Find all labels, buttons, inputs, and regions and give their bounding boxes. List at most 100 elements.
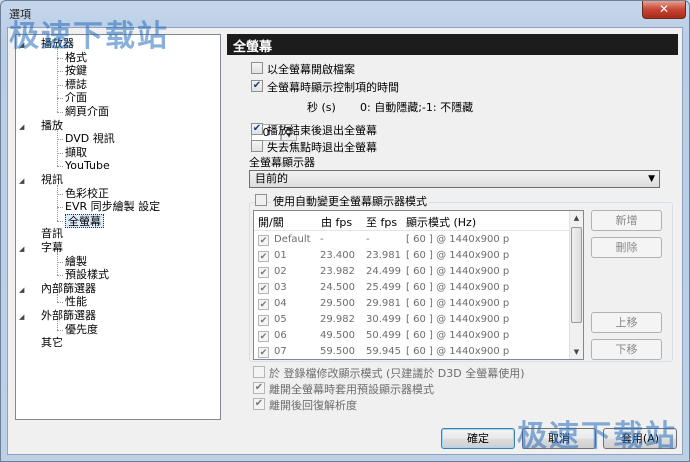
row-name: Default [274,234,311,245]
show-controls-time-checkbox[interactable]: ✔ [251,80,263,92]
col-from-fps[interactable]: 由 fps [321,214,352,230]
close-button[interactable]: ✕ [642,1,686,19]
monitor-select-value: 目前的 [255,172,288,185]
time-unit-label: 秒 (s) [307,101,336,114]
row-enable-checkbox[interactable]: ✔ [258,267,269,278]
tree-item[interactable]: 性能 [65,295,87,309]
move-down-button[interactable]: 下移 [591,339,662,360]
tree-expand-icon[interactable]: ◢ [19,313,24,321]
list-row[interactable]: ✔ 01 23.400 23.981 [ 60 ] @ 1440x900 p [254,249,571,265]
row-enable-checkbox[interactable]: ✔ [258,315,269,326]
row-to: 24.499 [366,266,401,277]
col-onoff[interactable]: 開/關 [258,214,284,230]
tree-item[interactable]: 內部篩選器 [41,282,96,296]
list-row[interactable]: ✔ Default - -[ 60 ] @ 1440x900 p [254,233,571,249]
restore-default-checkbox[interactable]: ✔ [253,382,265,394]
restore-resolution-checkbox[interactable]: ✔ [253,398,265,410]
list-row[interactable]: ✔ 07 59.500 59.945 [ 60 ] @ 1440x900 p [254,345,571,359]
row-from: 24.500 [320,282,355,293]
dropdown-arrow-icon[interactable]: ▼ [648,172,655,186]
row-enable-checkbox[interactable]: ✔ [258,331,269,342]
time-hint-label: 0: 自動隱藏;-1: 不隱藏 [360,101,474,114]
tree-item[interactable]: 其它 [41,336,63,350]
row-enable-checkbox[interactable]: ✔ [258,283,269,294]
row-enable-checkbox[interactable]: ✔ [258,347,269,358]
monitor-select[interactable]: 目前的 ▼ [249,170,660,188]
tree-item[interactable]: 字幕 [41,241,63,255]
tree-connector [57,49,58,112]
tree-expand-icon[interactable]: ◢ [19,286,24,294]
tree-expand-icon[interactable]: ◢ [19,245,24,253]
scroll-thumb[interactable] [571,227,582,323]
tree-connector [57,293,58,303]
exit-after-play-checkbox[interactable]: ✔ [251,123,263,135]
row-from: 29.500 [320,298,355,309]
row-mode: [ 60 ] @ 1440x900 p [406,266,510,277]
tree-item[interactable]: 標誌 [65,78,87,92]
tree-item[interactable]: 外部篩選器 [41,309,96,323]
display-mode-list[interactable]: 開/關 由 fps 至 fps 顯示模式 (Hz) ✔ Default - -[ 60… [253,210,584,360]
tree-connector [57,329,63,331]
tree-item[interactable]: 視訊 [41,173,63,187]
tree-connector [57,130,58,167]
move-up-button[interactable]: 上移 [591,312,662,333]
tree-item[interactable]: YouTube [65,159,110,173]
col-to-fps[interactable]: 至 fps [366,214,397,230]
row-enable-checkbox[interactable]: ✔ [258,251,269,262]
tree-item[interactable]: 全螢幕 [65,213,104,228]
row-name: 05 [274,314,287,325]
new-button[interactable]: 新增 [591,210,662,231]
tree-item[interactable]: 繪製 [65,255,87,269]
row-from: 59.500 [320,346,355,357]
row-to: 29.981 [366,298,401,309]
tree-expand-icon[interactable]: ◢ [19,177,24,185]
on-register-label: 於 登錄檔修改顯示模式 (只建議於 D3D 全螢幕使用) [269,367,525,380]
row-mode: [ 60 ] @ 1440x900 p [406,234,510,245]
row-mode: [ 60 ] @ 1440x900 p [406,346,510,357]
tree-item[interactable]: 色彩校正 [65,187,109,201]
open-fullscreen-label: 以全螢幕開啟檔案 [267,63,355,76]
tree-connector [57,275,63,277]
tree-connector [57,112,63,113]
options-tree[interactable]: ◢ 播放器 格式 按鍵 標誌 介面 網頁介面 ◢ 播放 DVD 視訊 擷取 YouTube ◢ 視訊 色彩校… [15,34,221,420]
row-from: 29.982 [320,314,355,325]
exit-after-play-label: 播放結束後退出全螢幕 [267,124,377,137]
on-register-checkbox[interactable] [253,366,265,378]
list-row[interactable]: ✔ 06 49.500 50.499 [ 60 ] @ 1440x900 p [254,329,571,345]
tree-item[interactable]: 網頁介面 [65,105,109,119]
row-to: 59.945 [366,346,401,357]
watermark-bottom: 极速下载站 [517,419,677,454]
list-row[interactable]: ✔ 02 23.982 24.499 [ 60 ] @ 1440x900 p [254,265,571,281]
dialog-client: ◢ 播放器 格式 按鍵 標誌 介面 網頁介面 ◢ 播放 DVD 視訊 擷取 YouTube ◢ 視訊 色彩校… [7,27,683,455]
row-from: 49.500 [320,330,355,341]
delete-button[interactable]: 刪除 [591,237,662,258]
tree-item[interactable]: 音訊 [41,227,63,241]
exit-focus-loss-label: 失去焦點時退出全螢幕 [267,141,377,154]
row-name: 03 [274,282,287,293]
tree-item[interactable]: 按鍵 [65,64,87,78]
row-name: 07 [274,346,287,357]
row-mode: [ 60 ] @ 1440x900 p [406,250,510,261]
tree-item[interactable]: 擷取 [65,146,87,160]
col-display-mode[interactable]: 顯示模式 (Hz) [406,214,476,230]
tree-item[interactable]: 介面 [65,91,87,105]
list-row[interactable]: ✔ 04 29.500 29.981 [ 60 ] @ 1440x900 p [254,297,571,313]
list-scrollbar[interactable]: ▲ ▼ [569,211,583,359]
row-to: 50.499 [366,330,401,341]
open-fullscreen-checkbox[interactable] [251,62,263,74]
tree-item[interactable]: DVD 視訊 [65,132,115,146]
tree-item[interactable]: 預設樣式 [65,268,109,282]
row-enable-checkbox[interactable]: ✔ [258,299,269,310]
list-row[interactable]: ✔ 03 24.500 25.499 [ 60 ] @ 1440x900 p [254,281,571,297]
tree-expand-icon[interactable]: ◢ [19,123,24,131]
ok-button[interactable]: 確定 [441,428,515,449]
list-row[interactable]: ✔ 05 29.982 30.499 [ 60 ] @ 1440x900 p [254,313,571,329]
exit-focus-loss-checkbox[interactable] [251,140,263,152]
tree-item[interactable]: EVR 同步繪製 設定 [65,200,160,214]
scroll-down-icon[interactable]: ▼ [570,345,583,359]
tree-item[interactable]: 播放 [41,119,63,133]
scroll-up-icon[interactable]: ▲ [570,211,583,225]
auto-change-checkbox[interactable] [255,194,267,206]
tree-item[interactable]: 優先度 [65,323,98,337]
row-enable-checkbox[interactable]: ✔ [258,235,269,246]
